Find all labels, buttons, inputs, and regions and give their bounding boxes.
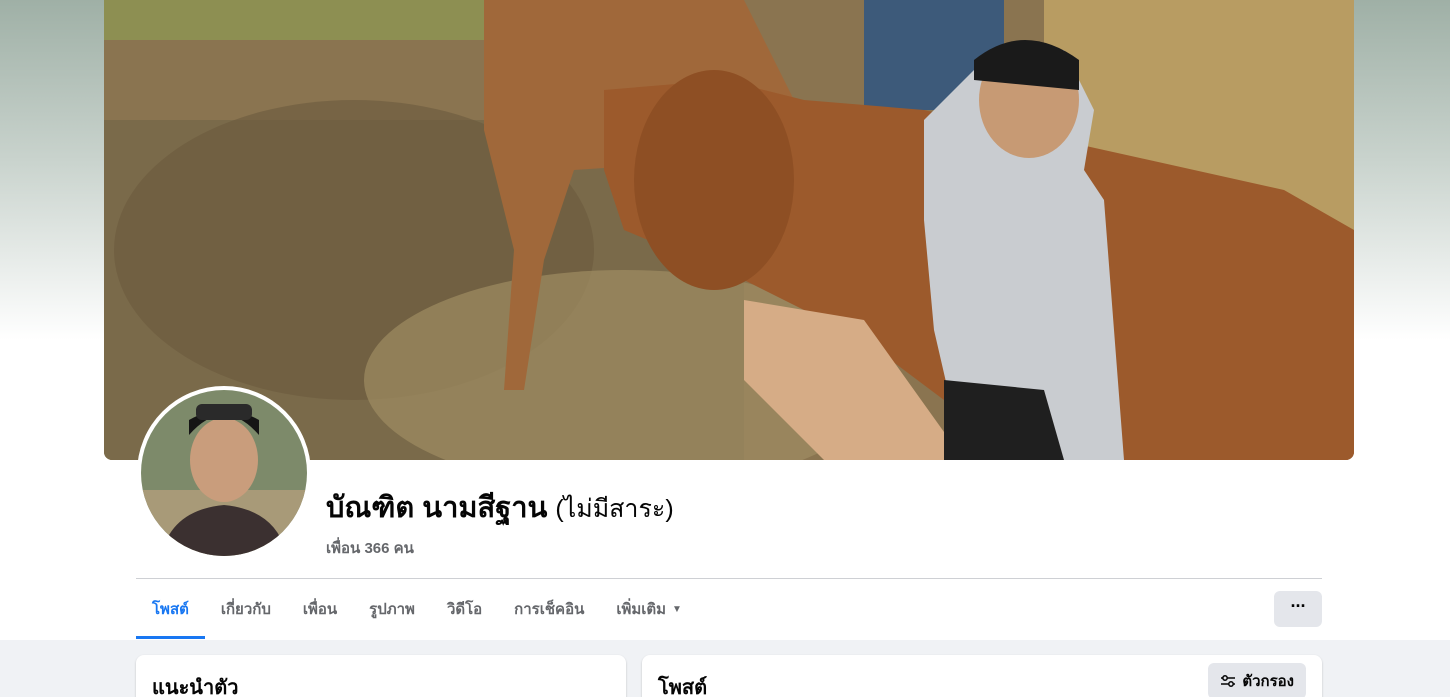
intro-card-title: แนะนำตัว [152,677,239,697]
posts-card-title: โพสต์ [658,677,708,697]
profile-tabs: โพสต์ เกี่ยวกับ เพื่อน รูปภาพ วิดีโอ การ… [136,579,698,639]
tab-about[interactable]: เกี่ยวกับ [205,579,287,639]
tab-friends-label: เพื่อน [302,601,338,618]
intro-card: แนะนำตัว [136,655,626,697]
friends-count-link[interactable]: เพื่อน 366 คน [326,536,674,560]
profile-name-block: บัณฑิต นามสีฐาน (ไม่มีสาระ) เพื่อน 366 ค… [326,484,674,560]
tab-about-label: เกี่ยวกับ [220,601,271,618]
tab-friends[interactable]: เพื่อน [287,579,353,639]
cover-photo[interactable] [104,0,1354,460]
filter-sliders-icon [1221,675,1236,687]
tab-videos-label: วิดีโอ [446,601,483,618]
filter-button[interactable]: ตัวกรอง [1208,663,1306,697]
profile-name: บัณฑิต นามสีฐาน [326,492,548,524]
tab-more[interactable]: เพิ่มเติม ▼ [600,579,698,639]
tab-photos-label: รูปภาพ [369,601,415,618]
cover-photo-image [104,0,1354,460]
tab-videos[interactable]: วิดีโอ [431,579,498,639]
posts-card: โพสต์ ตัวกรอง [642,655,1322,697]
more-options-button[interactable]: ··· [1274,591,1322,627]
profile-avatar[interactable] [137,386,311,560]
tab-checkins[interactable]: การเช็คอิน [498,579,600,639]
more-horizontal-icon: ··· [1290,595,1307,616]
avatar-image [141,390,307,556]
filter-button-label: ตัวกรอง [1242,673,1294,690]
profile-name-line: บัณฑิต นามสีฐาน (ไม่มีสาระ) [326,484,674,530]
tab-photos[interactable]: รูปภาพ [353,579,431,639]
caret-down-icon: ▼ [672,603,682,615]
tab-posts-label: โพสต์ [152,601,189,618]
tab-more-label: เพิ่มเติม [616,601,667,618]
profile-alternate-name: (ไม่มีสาระ) [555,495,674,523]
tab-posts[interactable]: โพสต์ [136,579,205,639]
tab-checkins-label: การเช็คอิน [514,601,585,618]
